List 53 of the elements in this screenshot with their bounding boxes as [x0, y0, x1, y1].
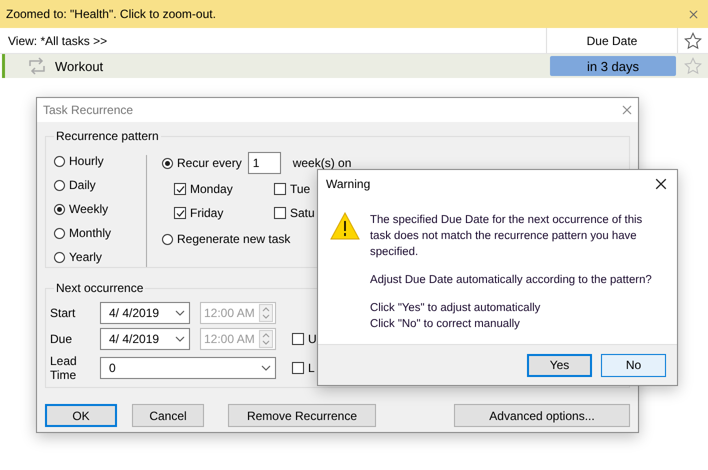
spinner-icon[interactable] [259, 304, 273, 322]
field-label: Start [50, 306, 76, 320]
warning-message: Click "No" to correct manually [370, 317, 521, 332]
dialog-button[interactable]: Cancel [132, 404, 204, 427]
unit-label: week(s) on [292, 156, 352, 170]
field-label: Due [50, 332, 74, 346]
view-selector[interactable]: View: *All tasks >> [8, 34, 108, 48]
frequency-radio[interactable]: Weekly [54, 197, 146, 221]
frequency-radio[interactable]: Monthly [54, 221, 146, 245]
dialog-button[interactable]: Remove Recurrence [228, 404, 376, 427]
dialog-button[interactable]: Yes [527, 354, 592, 376]
warning-message: The specified Due Date for the next occurrence of this task does not match the recurrence pattern you have specified. [370, 213, 644, 260]
dialog-title: Task Recurrence [43, 103, 134, 117]
dialog-button[interactable]: OK [45, 404, 117, 427]
recur-every-radio[interactable]: Recur every [162, 151, 242, 175]
weekday-checkbox[interactable]: Monday [174, 177, 274, 201]
frequency-radio[interactable]: Hourly [54, 149, 146, 173]
warning-message: Click "Yes" to adjust automatically [370, 301, 542, 316]
weekday-checkbox[interactable]: Satu [274, 201, 334, 225]
dialog-title: Warning [326, 177, 370, 191]
caret-icon [175, 336, 185, 342]
group-label: Next occurrence [54, 281, 146, 295]
date-picker[interactable]: 4/ 4/2019 [100, 328, 190, 350]
frequency-radio[interactable]: Yearly [54, 245, 146, 269]
star-icon[interactable] [684, 57, 702, 75]
task-row[interactable]: Workout in 3 days [2, 54, 708, 78]
dialog-button[interactable]: Advanced options... [454, 404, 630, 427]
spinner-icon[interactable] [259, 330, 273, 348]
warning-icon [330, 212, 360, 240]
weekday-checkbox[interactable]: Friday [174, 201, 274, 225]
lead-time-dropdown[interactable]: 0 [100, 357, 276, 379]
frequency-radio[interactable]: Daily [54, 173, 146, 197]
close-icon[interactable] [655, 178, 667, 190]
checkmark-icon [176, 184, 184, 194]
zoom-banner[interactable]: Zoomed to: "Health". Click to zoom-out. [0, 0, 708, 28]
dialog-button[interactable]: No [601, 354, 666, 376]
warning-message: Adjust Due Date automatically according to the pattern? [370, 273, 653, 288]
column-header[interactable]: Due Date [546, 28, 677, 53]
date-picker[interactable]: 4/ 4/2019 [100, 302, 190, 324]
field-label: Lead Time [50, 354, 78, 382]
group-label: Recurrence pattern [54, 129, 161, 143]
banner-text: Zoomed to: "Health". Click to zoom-out. [6, 7, 216, 21]
caret-icon [175, 310, 185, 316]
interval-field[interactable]: 1 [248, 152, 281, 174]
option-checkbox[interactable]: L [292, 356, 315, 380]
repeat-icon [27, 57, 47, 75]
star-icon[interactable] [684, 32, 702, 50]
checkmark-icon [176, 208, 184, 218]
option-checkbox[interactable]: U [292, 327, 317, 351]
task-title: Workout [55, 58, 104, 74]
regenerate-radio[interactable]: Regenerate new task [162, 227, 352, 251]
caret-icon [261, 365, 271, 371]
due-badge: in 3 days [550, 56, 676, 76]
